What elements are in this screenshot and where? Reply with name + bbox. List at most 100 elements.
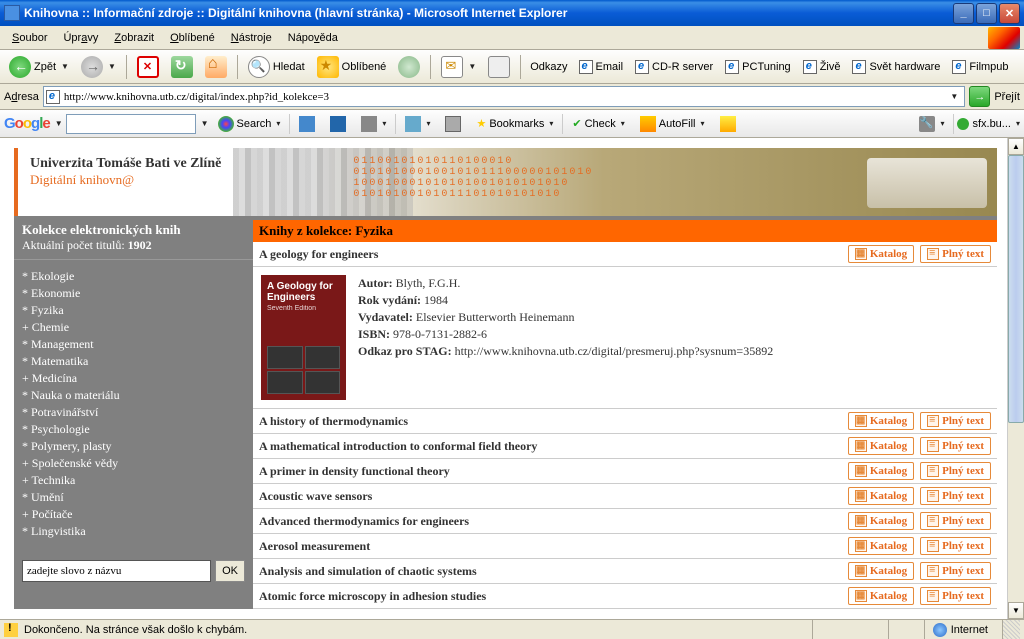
- link-item[interactable]: Živě: [798, 57, 846, 77]
- google-logo[interactable]: Google: [4, 115, 50, 132]
- menu-help[interactable]: Nápověda: [280, 30, 346, 46]
- resize-grip[interactable]: [1002, 620, 1020, 639]
- forward-button[interactable]: ▼: [76, 53, 121, 81]
- maximize-button[interactable]: □: [976, 3, 997, 24]
- bookmarks-button[interactable]: ★Bookmarks▾: [470, 114, 559, 133]
- sfx-label[interactable]: sfx.bu...: [972, 118, 1011, 130]
- katalog-button[interactable]: Katalog: [848, 512, 914, 530]
- sidebar-category[interactable]: * Polymery, plasty: [22, 438, 245, 455]
- g-btn-tab[interactable]: [439, 113, 467, 135]
- library-name: Digitální knihovn@: [30, 172, 221, 188]
- book-title[interactable]: A history of thermodynamics: [259, 414, 842, 429]
- katalog-button[interactable]: Katalog: [848, 245, 914, 263]
- g-btn-scholar[interactable]: [324, 113, 352, 135]
- refresh-button[interactable]: [166, 53, 198, 81]
- link-item[interactable]: Svět hardware: [847, 57, 945, 77]
- g-btn-popup[interactable]: ▾: [399, 113, 436, 135]
- address-input[interactable]: [64, 91, 945, 103]
- globe-icon: [933, 623, 947, 637]
- plnytext-button[interactable]: Plný text: [920, 437, 991, 455]
- back-button[interactable]: Zpět▼: [4, 53, 74, 81]
- sidebar-category[interactable]: * Fyzika: [22, 302, 245, 319]
- plnytext-button[interactable]: Plný text: [920, 562, 991, 580]
- search-button[interactable]: Hledat: [243, 53, 310, 81]
- sidebar-category[interactable]: * Potravinářství: [22, 404, 245, 421]
- plnytext-button[interactable]: Plný text: [920, 487, 991, 505]
- close-button[interactable]: ✕: [999, 3, 1020, 24]
- book-title[interactable]: Advanced thermodynamics for engineers: [259, 514, 842, 529]
- status-zone: [888, 620, 918, 639]
- favorites-button[interactable]: Oblíbené: [312, 53, 392, 81]
- katalog-button[interactable]: Katalog: [848, 437, 914, 455]
- sidebar-search-button[interactable]: OK: [215, 560, 245, 582]
- go-button[interactable]: →: [969, 86, 990, 107]
- menu-favorites[interactable]: Oblíbené: [162, 30, 223, 46]
- katalog-button[interactable]: Katalog: [848, 487, 914, 505]
- sidebar-category[interactable]: + Technika: [22, 472, 245, 489]
- sidebar-category[interactable]: * Psychologie: [22, 421, 245, 438]
- minimize-button[interactable]: _: [953, 3, 974, 24]
- link-item[interactable]: Email: [574, 57, 629, 77]
- sidebar-category[interactable]: * Umění: [22, 489, 245, 506]
- plnytext-button[interactable]: Plný text: [920, 462, 991, 480]
- katalog-button[interactable]: Katalog: [848, 462, 914, 480]
- book-title[interactable]: Analysis and simulation of chaotic syste…: [259, 564, 842, 579]
- security-zone[interactable]: Internet: [924, 620, 996, 639]
- scroll-up-button[interactable]: ▲: [1008, 138, 1024, 155]
- link-item[interactable]: Filmpub: [947, 57, 1013, 77]
- menu-tools[interactable]: Nástroje: [223, 30, 280, 46]
- menu-edit[interactable]: Úpravy: [55, 30, 106, 46]
- sidebar-category[interactable]: + Medicína: [22, 370, 245, 387]
- menu-view[interactable]: Zobrazit: [106, 30, 162, 46]
- book-title[interactable]: A geology for engineers: [259, 247, 842, 262]
- print-button[interactable]: [483, 53, 515, 81]
- sidebar-category[interactable]: + Společenské vědy: [22, 455, 245, 472]
- sidebar-category[interactable]: + Chemie: [22, 319, 245, 336]
- back-icon: [9, 56, 31, 78]
- page-icon: [803, 60, 817, 74]
- google-search-input[interactable]: [66, 114, 196, 134]
- menu-file[interactable]: Soubor: [4, 30, 55, 46]
- g-btn-news[interactable]: [293, 113, 321, 135]
- scroll-down-button[interactable]: ▼: [1008, 602, 1024, 619]
- plnytext-button[interactable]: Plný text: [920, 512, 991, 530]
- check-button[interactable]: ✔Check▾: [566, 114, 630, 133]
- book-title[interactable]: Acoustic wave sensors: [259, 489, 842, 504]
- sidebar-category[interactable]: * Ekonomie: [22, 285, 245, 302]
- settings-button[interactable]: 🔧▾: [913, 113, 950, 135]
- sidebar-category[interactable]: * Nauka o materiálu: [22, 387, 245, 404]
- link-item[interactable]: PCTuning: [720, 57, 796, 77]
- autofill-button[interactable]: AutoFill▾: [634, 113, 711, 135]
- history-button[interactable]: [393, 53, 425, 81]
- katalog-button[interactable]: Katalog: [848, 537, 914, 555]
- book-title[interactable]: A mathematical introduction to conformal…: [259, 439, 842, 454]
- address-dropdown[interactable]: ▼: [946, 92, 962, 101]
- sidebar-category[interactable]: * Ekologie: [22, 268, 245, 285]
- sidebar-category[interactable]: * Matematika: [22, 353, 245, 370]
- vertical-scrollbar[interactable]: ▲ ▼: [1007, 138, 1024, 619]
- katalog-button[interactable]: Katalog: [848, 412, 914, 430]
- window-title: Knihovna :: Informační zdroje :: Digitál…: [24, 6, 953, 20]
- g-btn-opts[interactable]: ▾: [355, 113, 392, 135]
- stop-button[interactable]: [132, 53, 164, 81]
- plnytext-button[interactable]: Plný text: [920, 412, 991, 430]
- sidebar-category[interactable]: * Lingvistika: [22, 523, 245, 540]
- sidebar-category[interactable]: + Počítače: [22, 506, 245, 523]
- book-title[interactable]: Atomic force microscopy in adhesion stud…: [259, 589, 842, 604]
- link-item[interactable]: CD-R server: [630, 57, 718, 77]
- page-icon: [725, 60, 739, 74]
- scroll-thumb[interactable]: [1008, 155, 1024, 423]
- mail-button[interactable]: ▼: [436, 53, 481, 81]
- katalog-button[interactable]: Katalog: [848, 587, 914, 605]
- sidebar-category[interactable]: * Management: [22, 336, 245, 353]
- home-button[interactable]: [200, 53, 232, 81]
- plnytext-button[interactable]: Plný text: [920, 245, 991, 263]
- plnytext-button[interactable]: Plný text: [920, 537, 991, 555]
- book-title[interactable]: Aerosol measurement: [259, 539, 842, 554]
- plnytext-button[interactable]: Plný text: [920, 587, 991, 605]
- highlight-button[interactable]: [714, 113, 742, 135]
- google-search-button[interactable]: Search▾: [212, 113, 287, 135]
- katalog-button[interactable]: Katalog: [848, 562, 914, 580]
- book-title[interactable]: A primer in density functional theory: [259, 464, 842, 479]
- sidebar-search-input[interactable]: [22, 560, 211, 582]
